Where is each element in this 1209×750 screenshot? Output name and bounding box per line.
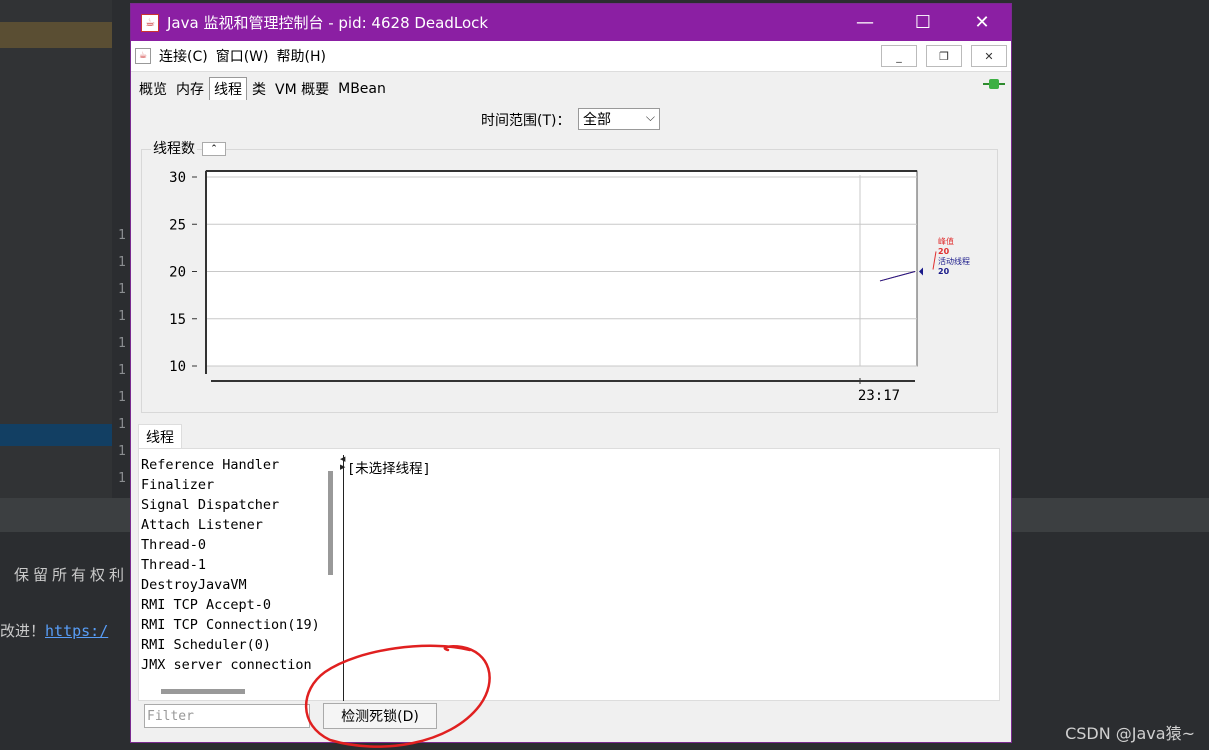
thread-list-item[interactable]: RMI TCP Connection(19) <box>141 615 321 635</box>
tab-overview[interactable]: 概览 <box>135 78 171 100</box>
legend-series-value: 20 <box>938 247 950 256</box>
thread-list-horizontal-scrollbar[interactable] <box>161 689 245 694</box>
ide-selected-line <box>0 424 112 446</box>
thread-list-item[interactable]: JMX server connection <box>141 655 321 675</box>
gutter-line-number: 1 <box>118 228 126 243</box>
menu-window[interactable]: 窗口(W) <box>216 46 269 66</box>
peak-pointer <box>932 251 937 270</box>
gutter-line-number: 1 <box>118 417 126 432</box>
split-divider[interactable] <box>343 455 344 701</box>
window-title: Java 监视和管理控制台 - pid: 4628 DeadLock <box>167 14 489 32</box>
gutter-line-number: 1 <box>118 363 126 378</box>
gutter-line-number: 1 <box>118 282 126 297</box>
time-range-label: 时间范围(T)： <box>481 113 571 129</box>
thread-list-item[interactable]: Attach Listener <box>141 515 321 535</box>
split-arrows-icon[interactable]: ◀ ▶ <box>340 455 345 471</box>
inner-minimize-button[interactable]: _ <box>881 45 917 67</box>
threads-panel: Reference Handler Finalizer Signal Dispatc… <box>138 448 1000 701</box>
app-menu-icon[interactable]: ☕ <box>135 48 151 64</box>
chevron-down-icon: ⌵ <box>645 110 655 124</box>
gutter-line-number: 1 <box>118 471 126 486</box>
y-tick-label: 20 <box>169 265 186 281</box>
tab-threads[interactable]: 线程 <box>209 77 247 100</box>
close-button[interactable]: ✕ <box>953 4 1011 41</box>
maximize-button[interactable]: ☐ <box>894 4 952 41</box>
current-value-marker <box>919 267 923 276</box>
menu-help[interactable]: 帮助(H) <box>276 46 325 66</box>
minimize-button[interactable]: — <box>836 4 894 41</box>
thread-detail: [未选择线程] <box>347 461 431 477</box>
title-bar[interactable]: ☕ Java 监视和管理控制台 - pid: 4628 DeadLock — ☐… <box>131 4 1011 41</box>
y-tick-label: 15 <box>169 312 186 328</box>
thread-list-item[interactable]: RMI TCP Accept-0 <box>141 595 321 615</box>
legend-series-name: 峰值 <box>938 236 954 246</box>
thread-list-item[interactable]: Thread-1 <box>141 555 321 575</box>
java-icon: ☕ <box>141 13 159 32</box>
ide-text-prefix: 改进！ <box>0 622 46 640</box>
thread-list-vertical-scrollbar[interactable] <box>328 471 333 575</box>
gutter-line-number: 1 <box>118 309 126 324</box>
thread-list-item[interactable]: RMI Scheduler(0) <box>141 635 321 655</box>
gutter-line-number: 1 <box>118 390 126 405</box>
tab-vm-summary[interactable]: VM 概要 <box>271 78 333 100</box>
ide-text-line: 保留所有权利 <box>14 566 129 584</box>
thread-list[interactable]: Reference Handler Finalizer Signal Dispatc… <box>141 455 321 675</box>
thread-list-item[interactable]: Signal Dispatcher <box>141 495 321 515</box>
gutter-line-number: 1 <box>118 255 126 270</box>
detect-deadlock-button[interactable]: 检测死锁(D) <box>323 703 437 729</box>
time-range-select[interactable]: 全部 ⌵ <box>578 108 660 130</box>
ide-text-line-link: 改进！https:/ <box>0 620 108 641</box>
gutter-line-number: 1 <box>118 336 126 351</box>
plot-area <box>205 170 918 367</box>
time-range-value: 全部 <box>583 112 611 128</box>
gutter-line-number: 1 <box>118 444 126 459</box>
filter-input[interactable]: Filter <box>144 704 310 728</box>
watermark: CSDN @Java猿~ <box>1065 724 1195 743</box>
menu-connection[interactable]: 连接(C) <box>159 46 208 66</box>
inner-close-button[interactable]: ✕ <box>971 45 1007 67</box>
menu-bar: ☕ 连接(C) 窗口(W) 帮助(H) _ ❐ ✕ <box>131 41 1011 72</box>
thread-list-item[interactable]: Reference Handler <box>141 455 321 475</box>
thread-count-chart: 302520151023:17峰值20活动线程20 <box>169 170 970 404</box>
tab-bar: 概览 内存 线程 类 VM 概要 MBean <box>131 72 1011 100</box>
thread-list-item[interactable]: Thread-0 <box>141 535 321 555</box>
connection-status-icon <box>983 79 1005 89</box>
y-tick-label: 25 <box>169 217 186 233</box>
legend-series-value: 20 <box>938 267 950 276</box>
ide-link[interactable]: https:/ <box>45 622 108 640</box>
thread-list-item[interactable]: DestroyJavaVM <box>141 575 321 595</box>
thread-list-item[interactable]: Finalizer <box>141 475 321 495</box>
y-tick-label: 30 <box>169 170 186 186</box>
tab-classes[interactable]: 类 <box>248 78 270 100</box>
x-tick-label: 23:17 <box>858 388 900 404</box>
jconsole-window: ☕ Java 监视和管理控制台 - pid: 4628 DeadLock — ☐… <box>130 3 1012 743</box>
tab-mbean[interactable]: MBean <box>334 78 390 100</box>
inner-restore-button[interactable]: ❐ <box>926 45 962 67</box>
legend-series-name: 活动线程 <box>938 256 970 266</box>
threads-section-tab[interactable]: 线程 <box>138 424 182 449</box>
thread-count-chart-panel: 线程数 ⌃ 30 25 20 15 10 23:17 峰值 20 活动线程 20 <box>141 138 998 413</box>
tab-memory[interactable]: 内存 <box>172 78 208 100</box>
y-tick-label: 10 <box>169 359 186 375</box>
ide-highlight-line <box>0 22 112 48</box>
